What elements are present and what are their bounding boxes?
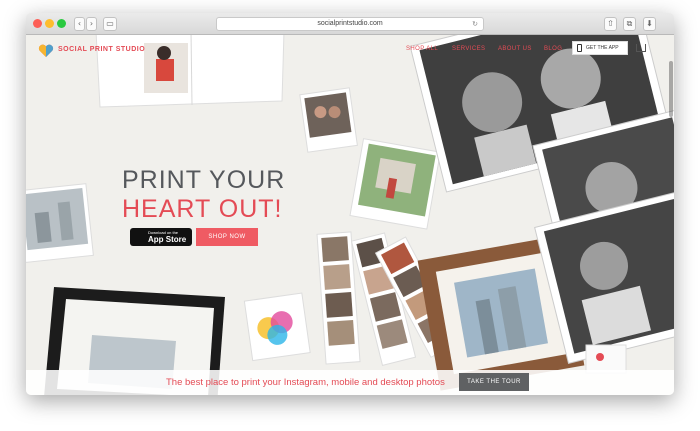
nav-link-shop-all[interactable]: SHOP ALL [406,46,438,52]
nav-link-about-us[interactable]: ABOUT US [498,46,532,52]
downloads-icon[interactable]: ⬇ [643,17,656,31]
hero-headline-line1: PRINT YOUR [122,166,286,194]
reload-icon[interactable]: ↻ [472,18,478,30]
photo-strip-1 [316,231,361,365]
nav-link-services[interactable]: SERVICES [452,46,485,52]
print-box-image [585,344,627,374]
browser-window: ‹ › ▭ socialprintstudio.com ↻ ⇧ ⧉ ⬇ SOCI… [26,13,674,395]
minimize-window-button[interactable] [45,19,54,28]
tabs-overview-icon[interactable]: ⧉ [623,17,636,31]
promo-bar: The best place to print your Instagram, … [26,370,674,395]
web-page: SOCIAL PRINT STUDIO SHOP ALL SERVICES AB… [26,35,674,395]
url-text: socialprintstudio.com [317,20,383,27]
logo-card-image [243,292,311,362]
close-window-button[interactable] [33,19,42,28]
take-the-tour-button[interactable]: TAKE THE TOUR [459,373,529,391]
sidebar-icon[interactable]: ▭ [103,17,117,31]
nav-link-blog[interactable]: BLOG [544,46,562,52]
address-bar[interactable]: socialprintstudio.com ↻ [216,17,484,31]
brand-name[interactable]: SOCIAL PRINT STUDIO [58,46,145,53]
back-icon[interactable]: ‹ [74,17,85,31]
hero-headline-line2: HEART OUT! [122,195,283,223]
photo-print-stack [349,138,441,230]
browser-toolbar: ‹ › ▭ socialprintstudio.com ↻ ⇧ ⧉ ⬇ [26,13,674,35]
page-scrollbar[interactable] [669,61,673,117]
brand-logo[interactable] [38,44,54,63]
shop-now-button[interactable]: SHOP NOW [196,228,258,246]
zoom-window-button[interactable] [57,19,66,28]
app-store-label: App Store [148,235,187,244]
forward-icon[interactable]: › [86,17,97,31]
share-icon[interactable]: ⇧ [604,17,617,31]
get-the-app-button[interactable]: GET THE APP [572,41,628,55]
polaroid-photo [299,87,358,153]
promo-tagline: The best place to print your Instagram, … [166,377,445,388]
gallery-photo-left [26,183,94,263]
heart-logo-icon [38,44,54,57]
cart-icon[interactable] [636,44,646,52]
get-app-label: GET THE APP [586,45,619,51]
app-store-button[interactable]: Download on the App Store [130,228,192,246]
phone-icon [577,44,582,52]
